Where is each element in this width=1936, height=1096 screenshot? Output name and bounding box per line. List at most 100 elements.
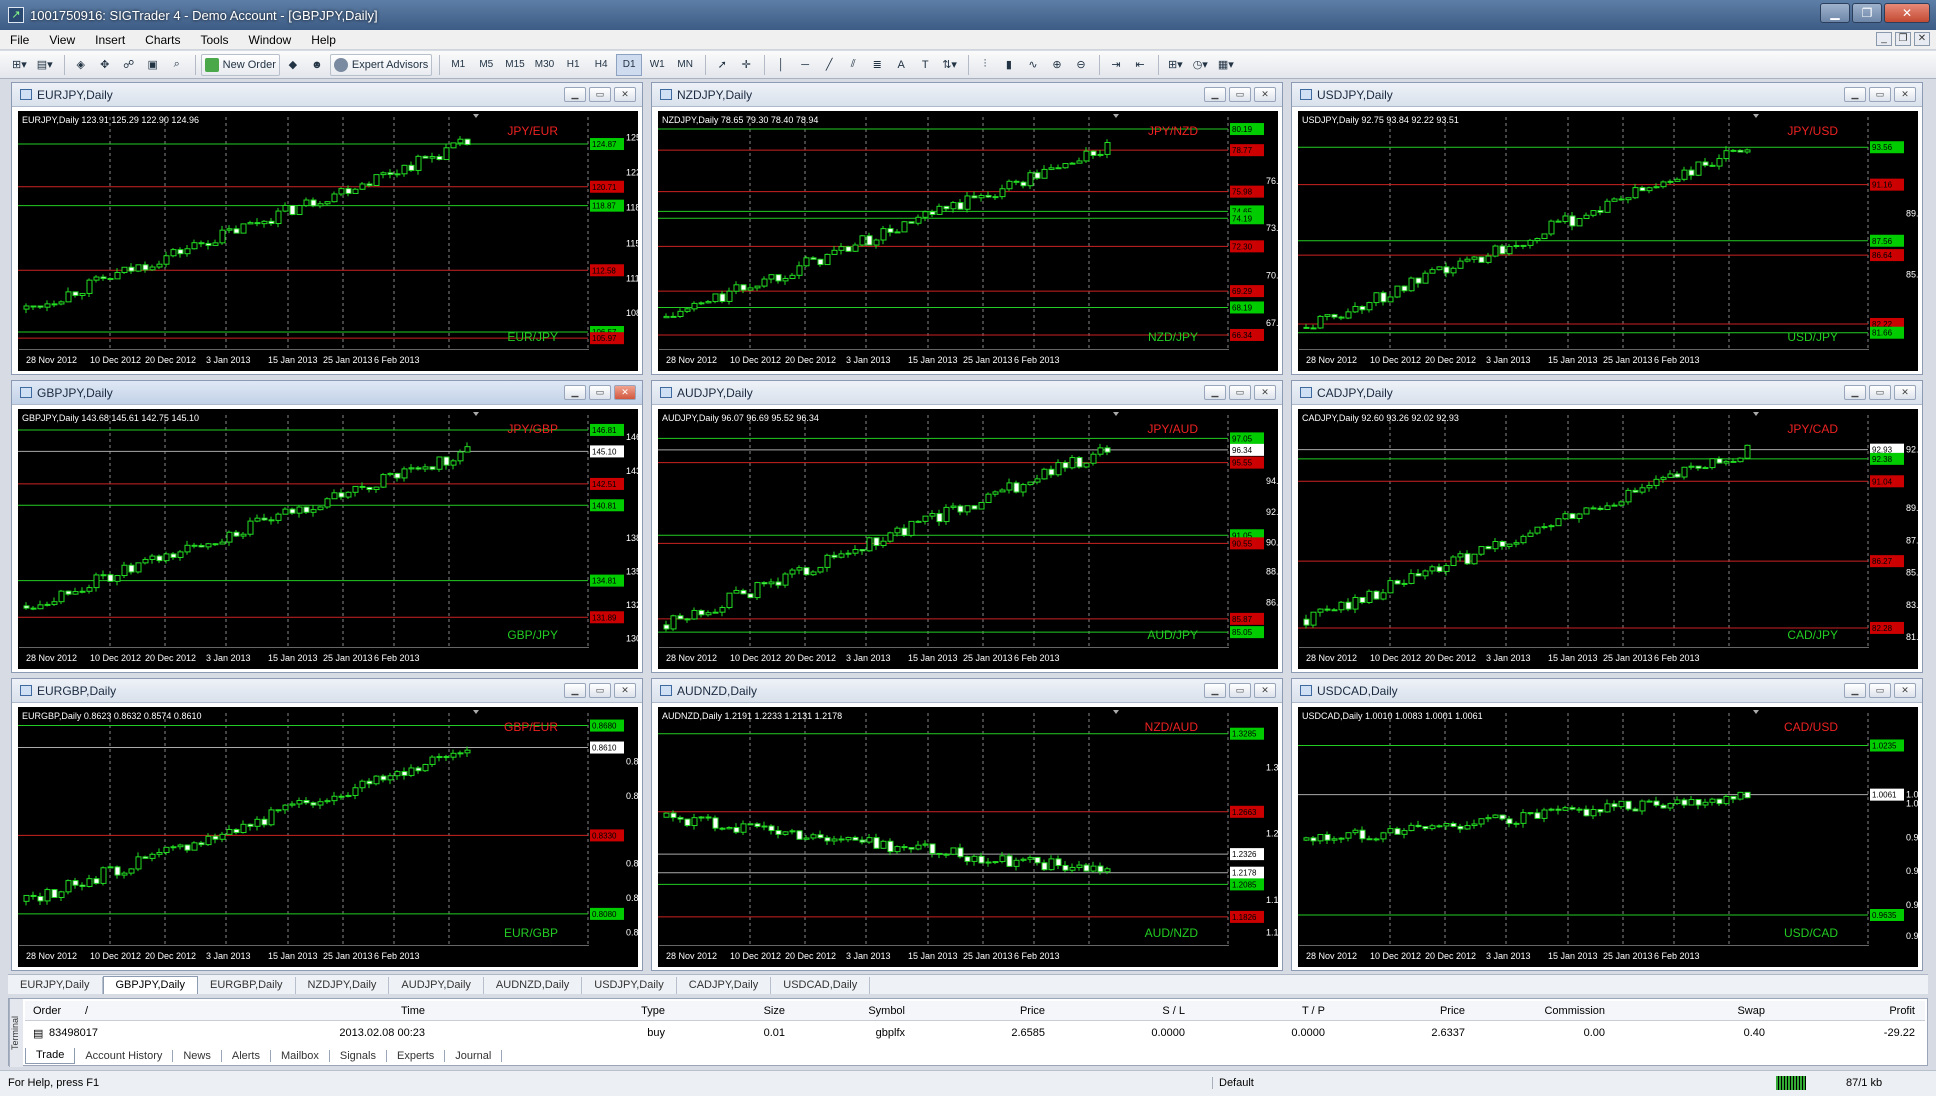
terminal-icon[interactable]: ▣ — [142, 54, 164, 76]
timeframe-m5[interactable]: M5 — [473, 54, 499, 76]
templates-icon[interactable]: ▦▾ — [1214, 54, 1238, 76]
price-chart[interactable]: 93.5691.1687.5686.6482.2281.6689.3085.40… — [1298, 111, 1918, 371]
timeframe-d1[interactable]: D1 — [616, 53, 643, 76]
menu-tools[interactable]: Tools — [191, 33, 239, 47]
chart-maximize-button[interactable]: ▭ — [1869, 385, 1891, 400]
chart-window-usdcad[interactable]: USDCAD,Daily▁▭✕ 1.02351.00610.96351.00611… — [1291, 678, 1923, 971]
zoom-out-icon[interactable]: ⊖ — [1070, 54, 1092, 76]
chart-minimize-button[interactable]: ▁ — [1844, 385, 1866, 400]
trendline-icon[interactable]: ╱ — [818, 54, 840, 76]
chart-window-usdjpy[interactable]: USDJPY,Daily ▁ ▭ ✕ 93.56 91.16 87.56 86.64 82.22… — [1291, 82, 1923, 375]
menu-help[interactable]: Help — [301, 33, 346, 47]
col-swap[interactable]: Swap — [1665, 1005, 1765, 1017]
chart-minimize-button[interactable]: ▁ — [1844, 87, 1866, 102]
chart-maximize-button[interactable]: ▭ — [1869, 87, 1891, 102]
chart-tab-usdcad[interactable]: USDCAD,Daily — [771, 977, 871, 994]
chart-tab-gbpjpy[interactable]: GBPJPY,Daily — [102, 976, 198, 994]
arrows-icon[interactable]: ⇅▾ — [938, 54, 961, 76]
chart-maximize-button[interactable]: ▭ — [1229, 87, 1251, 102]
col-commission[interactable]: Commission — [1505, 1005, 1605, 1017]
chart-titlebar[interactable]: USDCAD,Daily ▁ ▭ ✕ — [1292, 679, 1922, 703]
chart-tab-nzdjpy[interactable]: NZDJPY,Daily — [296, 977, 390, 994]
chart-window-nzdjpy[interactable]: NZDJPY,Daily ▁ ▭ ✕ 80.19 78.77 75.98 74.65 74.19… — [651, 82, 1283, 375]
zoom-in-icon[interactable]: ⊕ — [1046, 54, 1068, 76]
chart-close-button[interactable]: ✕ — [1894, 385, 1916, 400]
price-chart[interactable]: 97.0596.3495.5591.0590.5585.8785.0594.40… — [658, 409, 1278, 669]
col-profit[interactable]: Profit — [1815, 1005, 1915, 1017]
cursor-icon[interactable]: ➚ — [711, 54, 733, 76]
chart-close-button[interactable]: ✕ — [1254, 87, 1276, 102]
new-order-button[interactable]: New Order — [200, 53, 280, 76]
chart-maximize-button[interactable]: ▭ — [1229, 385, 1251, 400]
mdi-restore-button[interactable]: ❐ — [1895, 32, 1911, 46]
market-watch-icon[interactable]: ◈ — [70, 54, 92, 76]
data-window-icon[interactable]: ☍ — [118, 54, 140, 76]
candlestick-icon[interactable]: ▮ — [998, 54, 1020, 76]
text-icon[interactable]: A — [890, 54, 912, 76]
auto-scroll-icon[interactable]: ⇥ — [1105, 54, 1127, 76]
chart-window-audnzd[interactable]: AUDNZD,Daily ▁ ▭ ✕ 1.3285 1.2663 1.2326 1.2178 1… — [651, 678, 1283, 971]
channel-icon[interactable]: ⫽ — [842, 54, 864, 76]
col-size[interactable]: Size — [705, 1005, 785, 1017]
line-chart-icon[interactable]: ∿ — [1022, 54, 1044, 76]
tab-alerts[interactable]: Alerts — [222, 1049, 271, 1062]
chart-minimize-button[interactable]: ▁ — [564, 683, 586, 698]
chart-shift-icon[interactable]: ⇤ — [1129, 54, 1151, 76]
chart-close-button[interactable]: ✕ — [614, 87, 636, 102]
table-row[interactable]: ▤ 83498017 2013.02.08 00:23 buy 0.01 gbp… — [25, 1023, 1925, 1043]
horizontal-line-icon[interactable]: ─ — [794, 54, 816, 76]
close-button[interactable]: ✕ — [1884, 3, 1930, 23]
menu-view[interactable]: View — [39, 33, 85, 47]
chart-maximize-button[interactable]: ▭ — [589, 385, 611, 400]
price-chart[interactable]: 0.8680 0.8610 0.8330 0.8080 0.8565 0.8455 0.82… — [18, 707, 638, 967]
tab-experts[interactable]: Experts — [387, 1049, 446, 1062]
mdi-minimize-button[interactable]: _ — [1876, 32, 1892, 46]
menu-insert[interactable]: Insert — [85, 33, 135, 47]
price-chart[interactable]: 146.81 145.10 142.51 140.81 134.81 131.89 146.… — [18, 409, 638, 669]
tab-signals[interactable]: Signals — [330, 1049, 387, 1062]
chart-titlebar[interactable]: AUDNZD,Daily ▁ ▭ ✕ — [652, 679, 1282, 703]
chart-titlebar[interactable]: EURJPY,Daily ▁ ▭ ✕ — [12, 83, 642, 107]
price-chart[interactable]: 1.02351.00610.96351.00611.00300.99100.97… — [1298, 707, 1918, 967]
chart-close-button[interactable]: ✕ — [1894, 683, 1916, 698]
chart-window-eurjpy[interactable]: EURJPY,Daily ▁ ▭ ✕ 124.87 120.71 118.87 112.58 1… — [11, 82, 643, 375]
profiles-icon[interactable]: ▤▾ — [33, 54, 57, 76]
chart-titlebar[interactable]: USDJPY,Daily ▁ ▭ ✕ — [1292, 83, 1922, 107]
col-price[interactable]: Price — [945, 1005, 1045, 1017]
chart-titlebar[interactable]: EURGBP,Daily ▁ ▭ ✕ — [12, 679, 642, 703]
chart-minimize-button[interactable]: ▁ — [1844, 683, 1866, 698]
autotrading-icon[interactable]: ◆ — [282, 54, 304, 76]
col-symbol[interactable]: Symbol — [805, 1005, 905, 1017]
navigator-icon[interactable]: ✥ — [94, 54, 116, 76]
col-time[interactable]: Time — [325, 1005, 425, 1017]
timeframe-m30[interactable]: M30 — [531, 54, 558, 76]
chart-close-button[interactable]: ✕ — [614, 683, 636, 698]
chart-minimize-button[interactable]: ▁ — [1204, 683, 1226, 698]
timeframe-h4[interactable]: H4 — [588, 54, 614, 76]
tab-journal[interactable]: Journal — [445, 1049, 503, 1062]
minimize-button[interactable]: ▁ — [1820, 3, 1850, 23]
tab-account-history[interactable]: Account History — [75, 1049, 174, 1062]
chart-close-button[interactable]: ✕ — [614, 385, 636, 400]
menu-charts[interactable]: Charts — [135, 33, 190, 47]
chart-titlebar[interactable]: AUDJPY,Daily ▁ ▭ ✕ — [652, 381, 1282, 405]
text-label-icon[interactable]: T — [914, 54, 936, 76]
chart-window-audjpy[interactable]: AUDJPY,Daily ▁ ▭ ✕ 97.05 96.34 95.55 91.05 90.55… — [651, 380, 1283, 673]
chart-window-cadjpy[interactable]: CADJPY,Daily ▁ ▭ ✕ 92.93 92.38 91.04 86.27 82.28… — [1291, 380, 1923, 673]
chart-tab-eurjpy[interactable]: EURJPY,Daily — [8, 977, 103, 994]
chart-tab-audnzd[interactable]: AUDNZD,Daily — [484, 977, 583, 994]
chart-tab-audjpy[interactable]: AUDJPY,Daily — [389, 977, 484, 994]
chart-minimize-button[interactable]: ▁ — [1204, 385, 1226, 400]
chart-maximize-button[interactable]: ▭ — [589, 683, 611, 698]
timeframe-mn[interactable]: MN — [672, 54, 698, 76]
price-chart[interactable]: 1.3285 1.2663 1.2326 1.2178 1.2085 1.1826 1.30… — [658, 707, 1278, 967]
chart-maximize-button[interactable]: ▭ — [1229, 683, 1251, 698]
periods-icon[interactable]: ◷▾ — [1189, 54, 1212, 76]
restore-button[interactable]: ❐ — [1852, 3, 1882, 23]
chart-titlebar[interactable]: NZDJPY,Daily ▁ ▭ ✕ — [652, 83, 1282, 107]
chart-tab-cadjpy[interactable]: CADJPY,Daily — [677, 977, 772, 994]
mdi-close-button[interactable]: ✕ — [1914, 32, 1930, 46]
crosshair-icon[interactable]: ✛ — [735, 54, 757, 76]
tab-trade[interactable]: Trade — [25, 1047, 76, 1064]
chart-close-button[interactable]: ✕ — [1254, 683, 1276, 698]
